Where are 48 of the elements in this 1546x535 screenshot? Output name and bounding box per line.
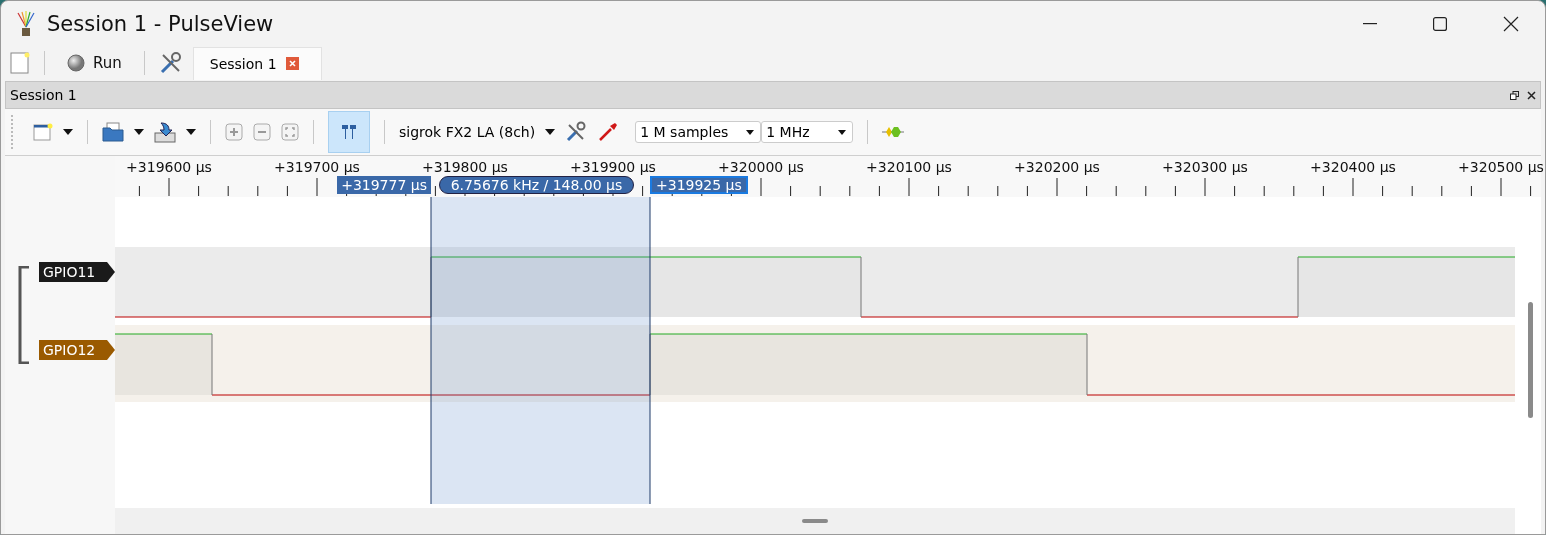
vertical-scrollbar[interactable] <box>1528 302 1533 418</box>
float-icon[interactable] <box>1510 90 1519 100</box>
new-session-icon[interactable] <box>33 123 53 141</box>
maximize-icon[interactable] <box>1433 17 1447 31</box>
record-icon <box>67 54 85 72</box>
cursor-toggle-button[interactable] <box>328 111 370 153</box>
tools-icon[interactable] <box>158 51 183 75</box>
time-label: +320200 µs <box>1014 159 1100 175</box>
cursor-measurement: 6.75676 kHz / 148.00 µs <box>439 176 634 194</box>
caret-icon <box>838 129 847 135</box>
panel-title: Session 1 <box>10 87 77 103</box>
cursors-icon <box>340 123 358 141</box>
time-label: +319600 µs <box>126 159 212 175</box>
channel-label[interactable]: GPIO12 <box>39 340 115 360</box>
time-label: +320100 µs <box>866 159 952 175</box>
caret-icon[interactable] <box>545 129 556 135</box>
tools-icon[interactable] <box>565 121 588 143</box>
time-label: +320300 µs <box>1162 159 1248 175</box>
close-icon[interactable] <box>1503 16 1519 32</box>
time-label: +320500 µs <box>1458 159 1544 175</box>
time-label: +319900 µs <box>570 159 656 175</box>
caret-icon[interactable] <box>63 129 73 135</box>
caret-icon[interactable] <box>134 129 144 135</box>
resize-handle[interactable] <box>802 519 828 523</box>
save-icon[interactable] <box>154 121 176 143</box>
window-title: Session 1 - PulseView <box>47 12 274 36</box>
cursor-flag[interactable]: +319777 µs <box>337 176 431 194</box>
caret-icon[interactable] <box>186 129 196 135</box>
close-icon[interactable] <box>1527 90 1536 100</box>
sample-count-dropdown[interactable]: 1 M samples <box>635 121 762 143</box>
channel-label[interactable]: GPIO11 <box>39 262 115 282</box>
session-tab[interactable]: Session 1 <box>192 46 322 80</box>
time-label: +320000 µs <box>718 159 804 175</box>
run-button[interactable]: Run <box>59 54 130 72</box>
device-label[interactable]: sigrok FX2 LA (8ch) <box>399 124 536 140</box>
lamp-icon <box>15 11 37 37</box>
close-tab-icon[interactable] <box>285 57 299 70</box>
caret-icon <box>746 129 755 135</box>
sample-rate-dropdown[interactable]: 1 MHz <box>761 121 854 143</box>
time-label: +320400 µs <box>1310 159 1396 175</box>
probe-icon[interactable] <box>597 121 620 143</box>
zoom-out-icon[interactable] <box>253 123 271 141</box>
zoom-in-icon[interactable] <box>225 123 243 141</box>
cursor-flag[interactable]: +319925 µs <box>650 176 748 194</box>
time-label: +319700 µs <box>274 159 360 175</box>
time-label: +319800 µs <box>422 159 508 175</box>
minimize-icon[interactable] <box>1363 23 1377 25</box>
folder-icon[interactable] <box>102 122 124 142</box>
